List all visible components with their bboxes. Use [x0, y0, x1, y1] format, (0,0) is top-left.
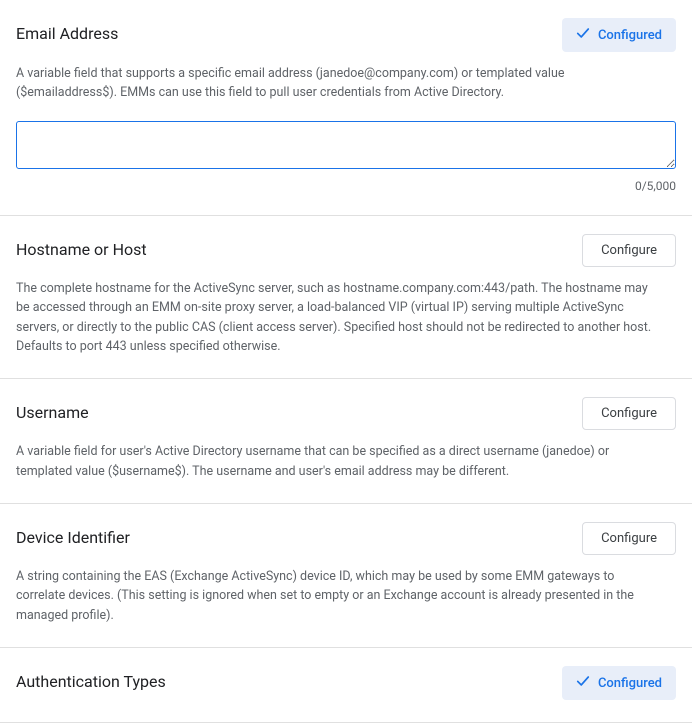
section-header: Username Configure [16, 397, 676, 430]
configured-badge-email: Configured [562, 18, 676, 52]
configured-label: Configured [598, 28, 662, 43]
email-input-wrap: 0/5,000 [16, 121, 676, 193]
email-desc: A variable field that supports a specifi… [16, 64, 656, 103]
configure-button-device[interactable]: Configure [582, 522, 676, 555]
configured-label: Configured [598, 676, 662, 691]
hostname-title: Hostname or Host [16, 234, 147, 259]
email-char-counter: 0/5,000 [16, 179, 676, 193]
configured-badge-auth: Configured [562, 666, 676, 700]
email-title: Email Address [16, 18, 118, 43]
section-hostname: Hostname or Host Configure The complete … [0, 216, 692, 380]
section-username: Username Configure A variable field for … [0, 379, 692, 504]
section-header: Hostname or Host Configure [16, 234, 676, 267]
device-title: Device Identifier [16, 522, 130, 547]
configure-button-username[interactable]: Configure [582, 397, 676, 430]
auth-title: Authentication Types [16, 666, 166, 691]
section-header: Authentication Types Configured [16, 666, 676, 700]
section-device: Device Identifier Configure A string con… [0, 504, 692, 648]
section-header: Device Identifier Configure [16, 522, 676, 555]
device-desc: A string containing the EAS (Exchange Ac… [16, 567, 656, 625]
hostname-desc: The complete hostname for the ActiveSync… [16, 279, 656, 357]
configure-button-hostname[interactable]: Configure [582, 234, 676, 267]
check-icon [576, 26, 590, 44]
section-header: Email Address Configured [16, 18, 676, 52]
username-title: Username [16, 397, 89, 422]
section-auth: Authentication Types Configured [0, 648, 692, 723]
email-input[interactable] [16, 121, 676, 169]
check-icon [576, 674, 590, 692]
username-desc: A variable field for user's Active Direc… [16, 442, 656, 481]
section-email: Email Address Configured A variable fiel… [0, 0, 692, 216]
